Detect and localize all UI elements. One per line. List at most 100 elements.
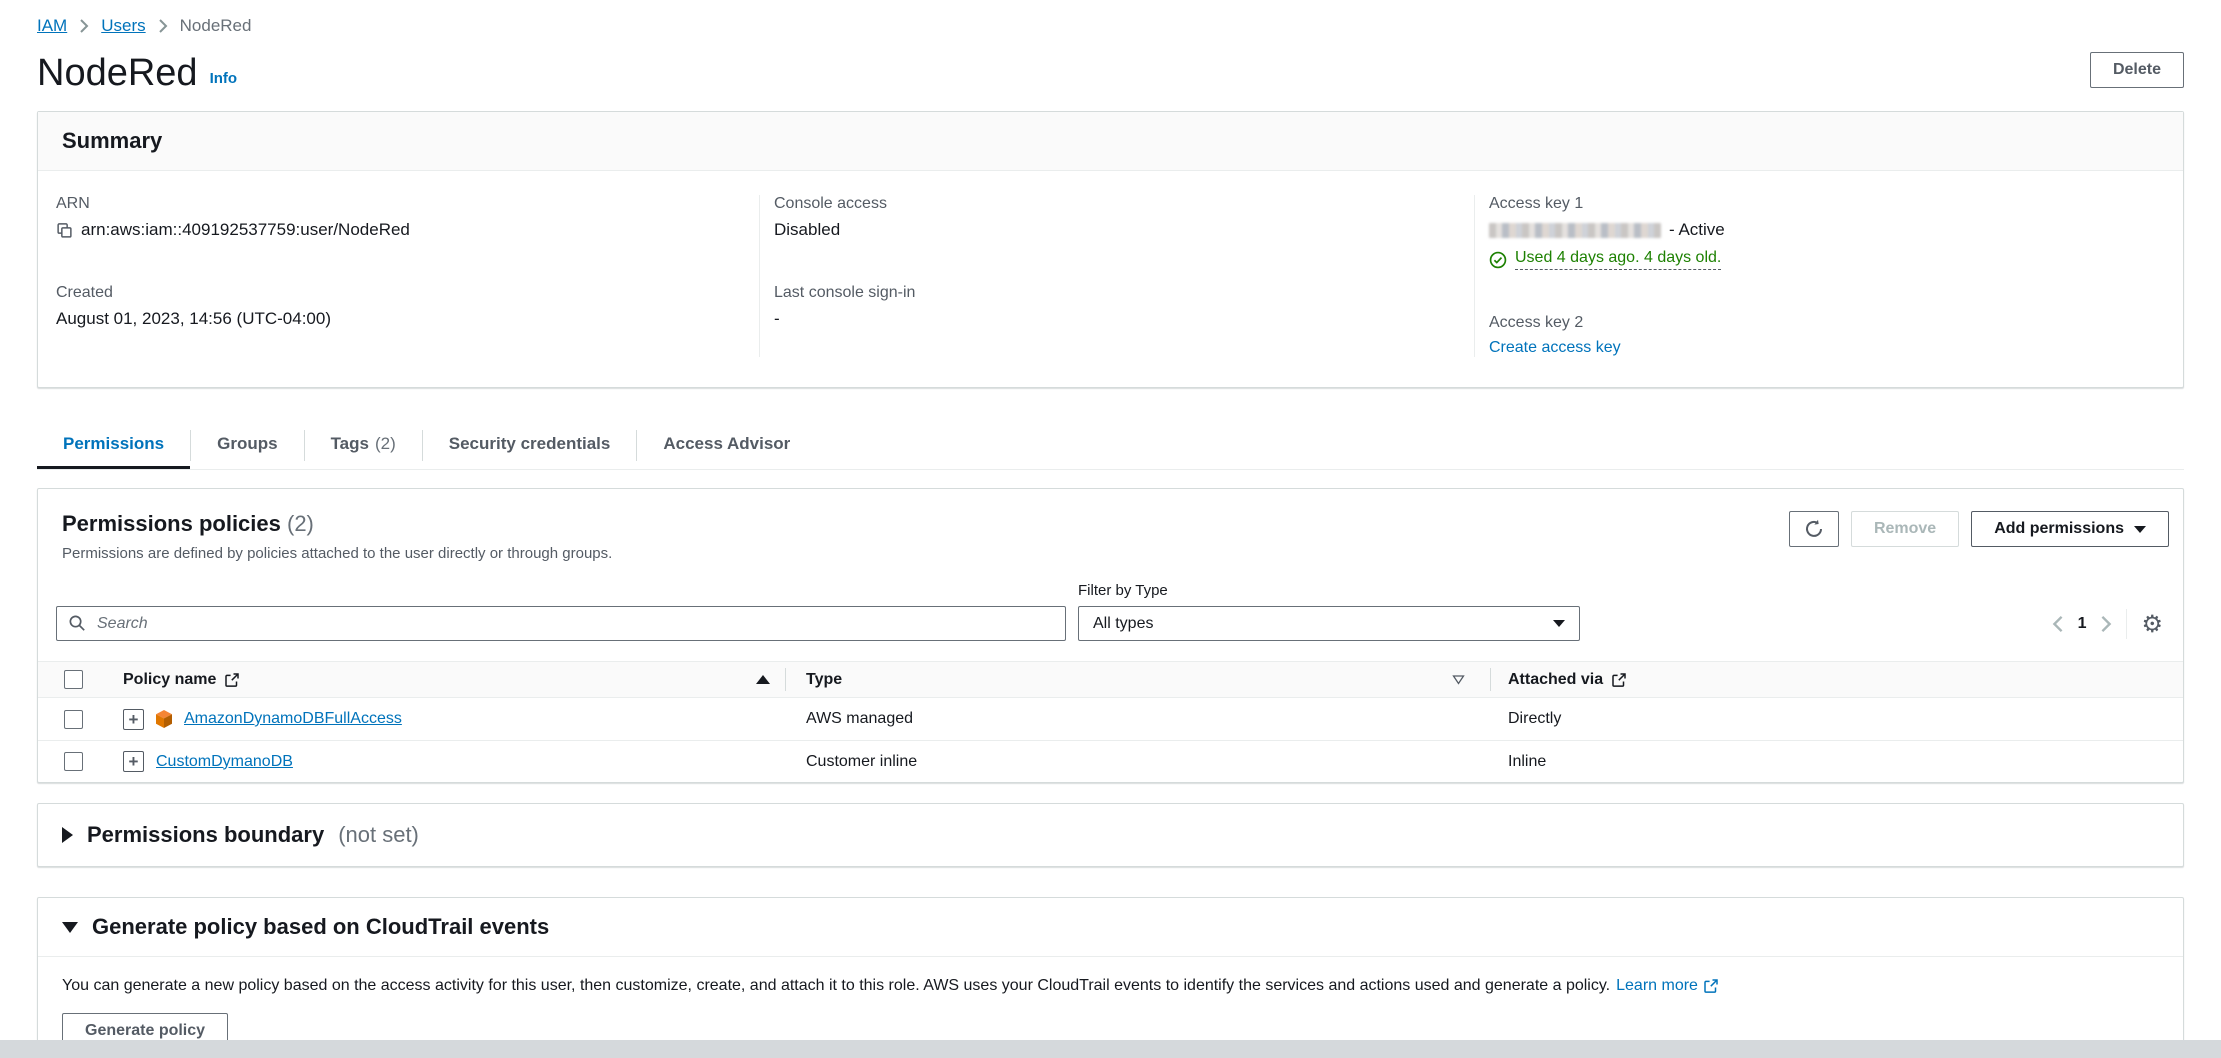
policies-table: Policy name Type Attache [38,661,2183,782]
column-policy-name[interactable]: Policy name [123,671,216,689]
tab-label: Permissions [63,434,164,454]
created-field: Created August 01, 2023, 14:56 (UTC-04:0… [56,284,735,329]
select-all-checkbox[interactable] [64,670,83,689]
aws-managed-policy-icon [156,710,172,728]
summary-header: Summary [38,112,2183,171]
filter-group: Filter by Type All types [1078,582,1580,641]
column-filter-icon[interactable] [1452,675,1465,685]
last-signin-label: Last console sign-in [774,284,1450,302]
generate-policy-header[interactable]: Generate policy based on CloudTrail even… [38,898,2183,957]
next-page-button[interactable] [2100,615,2112,633]
breadcrumb-link-users[interactable]: Users [101,16,145,36]
copy-icon[interactable] [56,222,73,239]
search-icon [68,614,86,632]
access-key1-usage[interactable]: Used 4 days ago. 4 days old. [1515,249,1721,270]
expand-row-icon[interactable]: + [123,751,144,772]
access-key1-label: Access key 1 [1489,195,2159,213]
add-permissions-button[interactable]: Add permissions [1971,511,2169,547]
column-attached-via[interactable]: Attached via [1508,671,1603,689]
arn-label: ARN [56,195,735,213]
type-filter-value: All types [1093,615,1153,633]
permissions-boundary-status: (not set) [338,822,419,848]
page-number[interactable]: 1 [2078,615,2087,633]
summary-column-2: Console access Disabled Last console sig… [759,195,1474,357]
search-box [56,606,1066,641]
policies-count: (2) [287,511,314,536]
tab-tags[interactable]: Tags (2) [305,422,422,469]
policy-type: AWS managed [806,710,913,728]
sort-ascending-icon[interactable] [756,675,770,684]
expand-row-icon[interactable]: + [123,709,144,730]
policies-actions: Remove Add permissions [1789,511,2169,547]
refresh-button[interactable] [1789,511,1839,547]
type-filter-select[interactable]: All types [1078,606,1580,641]
page-header: NodeRed Info Delete [37,52,2184,95]
delete-button[interactable]: Delete [2090,52,2184,88]
policy-link[interactable]: AmazonDynamoDBFullAccess [184,710,402,728]
info-link[interactable]: Info [210,70,238,87]
policies-title: Permissions policies [62,511,281,536]
tab-security-credentials[interactable]: Security credentials [423,422,637,469]
last-signin-value: - [774,309,780,329]
learn-more-link[interactable]: Learn more [1616,977,1719,995]
policy-attached-via: Inline [1508,753,1546,771]
breadcrumb: IAM Users NodeRed [37,16,2184,36]
check-circle-icon [1489,251,1507,269]
permissions-policies-card: Permissions policies (2) Permissions are… [37,488,2184,783]
tab-count: (2) [375,434,396,454]
console-access-value: Disabled [774,220,840,240]
tab-groups[interactable]: Groups [191,422,303,469]
refresh-icon [1804,519,1824,539]
previous-page-button[interactable] [2052,615,2064,633]
summary-column-3: Access key 1 - Active Used 4 days ago. 4… [1474,195,2183,357]
caret-down-expander-icon [62,922,78,933]
summary-body: ARN arn:aws:iam::409192537759:user/NodeR… [38,171,2183,387]
external-link-icon [1703,978,1719,994]
caret-down-icon [2134,526,2146,533]
access-key1-status: - Active [1669,220,1725,240]
pagination: 1 ⚙ [2052,606,2163,641]
breadcrumb-current: NodeRed [180,16,252,36]
filter-by-type-label: Filter by Type [1078,582,1580,599]
access-key2-label: Access key 2 [1489,314,2159,332]
created-value: August 01, 2023, 14:56 (UTC-04:00) [56,309,331,329]
page-title: NodeRed [37,52,198,95]
policies-description: Permissions are defined by policies atta… [62,545,612,562]
redacted-access-key [1489,223,1661,238]
summary-title: Summary [62,128,2159,154]
arn-field: ARN arn:aws:iam::409192537759:user/NodeR… [56,195,735,240]
tab-access-advisor[interactable]: Access Advisor [637,422,816,469]
column-type[interactable]: Type [806,671,842,689]
tab-label: Access Advisor [663,434,790,454]
remove-button[interactable]: Remove [1851,511,1959,547]
policy-attached-via: Directly [1508,710,1561,728]
breadcrumb-link-iam[interactable]: IAM [37,16,67,36]
search-input[interactable] [56,606,1066,641]
row-checkbox[interactable] [64,710,83,729]
generate-policy-title: Generate policy based on CloudTrail even… [92,914,549,940]
generate-policy-card: Generate policy based on CloudTrail even… [37,897,2184,1058]
last-signin-field: Last console sign-in - [774,284,1450,329]
console-access-field: Console access Disabled [774,195,1450,240]
permissions-boundary-card[interactable]: Permissions boundary (not set) [37,803,2184,867]
row-checkbox[interactable] [64,752,83,771]
caret-right-icon [62,827,73,843]
tab-bar: Permissions Groups Tags (2) Security cre… [37,422,2184,470]
create-access-key-link[interactable]: Create access key [1489,339,1621,357]
pagination-divider [2126,609,2127,639]
horizontal-scrollbar-track[interactable] [0,1040,2221,1058]
tab-permissions[interactable]: Permissions [37,422,190,469]
external-link-icon [224,672,240,688]
policy-link[interactable]: CustomDymanoDB [156,753,293,771]
access-key1-field: Access key 1 - Active Used 4 days ago. 4… [1489,195,2159,270]
table-header-row: Policy name Type Attache [38,661,2183,698]
chevron-right-icon [158,19,168,33]
access-key2-field: Access key 2 Create access key [1489,314,2159,357]
arn-value: arn:aws:iam::409192537759:user/NodeRed [81,220,410,240]
tab-label: Groups [217,434,277,454]
summary-column-1: ARN arn:aws:iam::409192537759:user/NodeR… [38,195,759,357]
table-row: + CustomDymanoDB Customer inline Inline [38,740,2183,782]
policy-type: Customer inline [806,753,917,771]
settings-gear-icon[interactable]: ⚙ [2141,612,2163,636]
iam-user-detail-page: IAM Users NodeRed NodeRed Info Delete Su… [0,0,2221,1058]
